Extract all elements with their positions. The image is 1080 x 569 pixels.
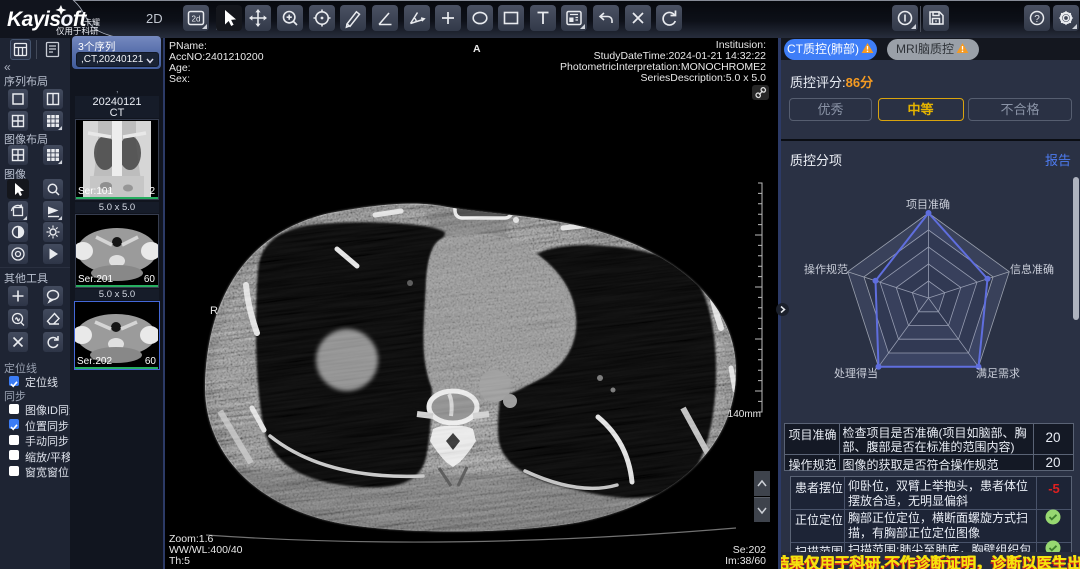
svg-text:仅用于科研: 仅用于科研	[56, 26, 99, 36]
svg-text:?: ?	[1034, 14, 1040, 25]
svg-text:2d: 2d	[192, 15, 201, 24]
